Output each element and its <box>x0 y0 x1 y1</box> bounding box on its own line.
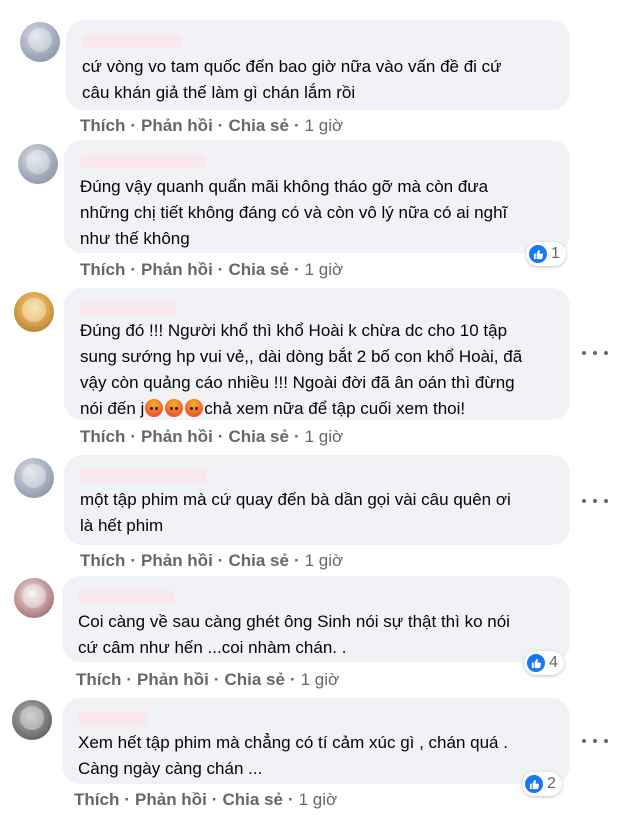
separator-dot: · <box>217 260 224 279</box>
avatar[interactable] <box>18 144 58 184</box>
like-link[interactable]: Thích <box>74 790 119 810</box>
angry-emoji-icon <box>145 399 164 417</box>
comment-bubble: Xem hết tập phim mà chẳng có tí cảm xúc … <box>62 698 570 784</box>
separator-dot: · <box>289 670 296 689</box>
reply-link[interactable]: Phản hồi <box>137 670 209 690</box>
reaction-count[interactable]: 2 <box>522 772 562 796</box>
separator-dot: · <box>130 260 137 279</box>
comment-actions: Thích · Phản hồi · Chia sẻ · 1 giờ <box>80 116 343 136</box>
timestamp[interactable]: 1 giờ <box>305 427 344 447</box>
comment-bubble: một tập phim mà cứ quay đến bà dần gọi v… <box>64 455 570 545</box>
comment-actions: Thích · Phản hồi · Chia sẻ · 1 giờ <box>80 427 343 447</box>
comment-actions: Thích · Phản hồi · Chia sẻ · 1 giờ <box>74 790 337 810</box>
reaction-count-value: 2 <box>547 775 556 792</box>
comment-text: Đúng đó !!! Người khổ thì khổ Hoài k chừ… <box>80 318 522 422</box>
separator-dot: · <box>217 427 224 446</box>
like-link[interactable]: Thích <box>76 670 121 690</box>
avatar[interactable] <box>20 22 60 62</box>
redacted-author-name[interactable] <box>82 34 182 48</box>
share-link[interactable]: Chia sẻ <box>228 551 288 571</box>
avatar[interactable] <box>12 700 52 740</box>
separator-dot: · <box>130 427 137 446</box>
comment-actions: Thích · Phản hồi · Chia sẻ · 1 giờ <box>76 670 339 690</box>
comment-actions: Thích · Phản hồi · Chia sẻ · 1 giờ <box>80 260 343 280</box>
more-options-icon[interactable] <box>582 496 608 506</box>
reaction-count[interactable]: 1 <box>526 242 566 266</box>
avatar[interactable] <box>14 292 54 332</box>
redacted-author-name[interactable] <box>80 154 206 168</box>
share-link[interactable]: Chia sẻ <box>228 116 288 136</box>
comment-bubble: Đúng đó !!! Người khổ thì khổ Hoài k chừ… <box>64 288 570 420</box>
angry-emoji-icon <box>185 399 204 417</box>
more-options-icon[interactable] <box>582 348 608 358</box>
separator-dot: · <box>217 551 224 570</box>
comment-text-part: chả xem nữa để tập cuối xem thoi! <box>204 399 466 418</box>
comment-text: cứ vòng vo tam quốc đến bao giờ nữa vào … <box>82 57 502 102</box>
comment-actions: Thích · Phản hồi · Chia sẻ · 1 giờ <box>80 551 343 571</box>
share-link[interactable]: Chia sẻ <box>222 790 282 810</box>
more-options-icon[interactable] <box>582 736 608 746</box>
share-link[interactable]: Chia sẻ <box>228 427 288 447</box>
separator-dot: · <box>211 790 218 809</box>
separator-dot: · <box>126 670 133 689</box>
share-link[interactable]: Chia sẻ <box>228 260 288 280</box>
avatar[interactable] <box>14 458 54 498</box>
comment-text: Coi càng về sau càng ghét ông Sinh nói s… <box>78 612 510 657</box>
redacted-author-name[interactable] <box>78 712 148 726</box>
like-link[interactable]: Thích <box>80 427 125 447</box>
avatar[interactable] <box>14 578 54 618</box>
separator-dot: · <box>293 116 300 135</box>
comment-text: một tập phim mà cứ quay đến bà dần gọi v… <box>80 490 511 535</box>
reply-link[interactable]: Phản hồi <box>141 260 213 280</box>
like-link[interactable]: Thích <box>80 551 125 571</box>
separator-dot: · <box>287 790 294 809</box>
reaction-count-value: 4 <box>549 654 558 671</box>
separator-dot: · <box>293 427 300 446</box>
thumbs-up-icon <box>525 775 543 793</box>
comment-bubble: Đúng vậy quanh quẩn mãi không tháo gỡ mà… <box>64 140 570 253</box>
comment-bubble: cứ vòng vo tam quốc đến bao giờ nữa vào … <box>66 20 570 110</box>
timestamp[interactable]: 1 giờ <box>301 670 340 690</box>
timestamp[interactable]: 1 giờ <box>305 116 344 136</box>
reply-link[interactable]: Phản hồi <box>135 790 207 810</box>
comment-text: Đúng vậy quanh quẩn mãi không tháo gỡ mà… <box>80 177 508 248</box>
comment-text: Xem hết tập phim mà chẳng có tí cảm xúc … <box>78 733 508 778</box>
redacted-author-name[interactable] <box>80 469 206 483</box>
reply-link[interactable]: Phản hồi <box>141 551 213 571</box>
angry-emoji-icon <box>165 399 184 417</box>
timestamp[interactable]: 1 giờ <box>299 790 338 810</box>
reply-link[interactable]: Phản hồi <box>141 116 213 136</box>
thumbs-up-icon <box>527 654 545 672</box>
redacted-author-name[interactable] <box>78 590 174 604</box>
redacted-author-name[interactable] <box>80 302 176 316</box>
reaction-count[interactable]: 4 <box>524 651 564 675</box>
separator-dot: · <box>293 551 300 570</box>
comment-bubble: Coi càng về sau càng ghét ông Sinh nói s… <box>62 576 570 662</box>
share-link[interactable]: Chia sẻ <box>224 670 284 690</box>
separator-dot: · <box>213 670 220 689</box>
separator-dot: · <box>124 790 131 809</box>
timestamp[interactable]: 1 giờ <box>305 260 344 280</box>
separator-dot: · <box>293 260 300 279</box>
like-link[interactable]: Thích <box>80 116 125 136</box>
separator-dot: · <box>130 116 137 135</box>
reaction-count-value: 1 <box>551 245 560 262</box>
reply-link[interactable]: Phản hồi <box>141 427 213 447</box>
like-link[interactable]: Thích <box>80 260 125 280</box>
thumbs-up-icon <box>529 245 547 263</box>
timestamp[interactable]: 1 giờ <box>305 551 344 571</box>
separator-dot: · <box>217 116 224 135</box>
separator-dot: · <box>130 551 137 570</box>
